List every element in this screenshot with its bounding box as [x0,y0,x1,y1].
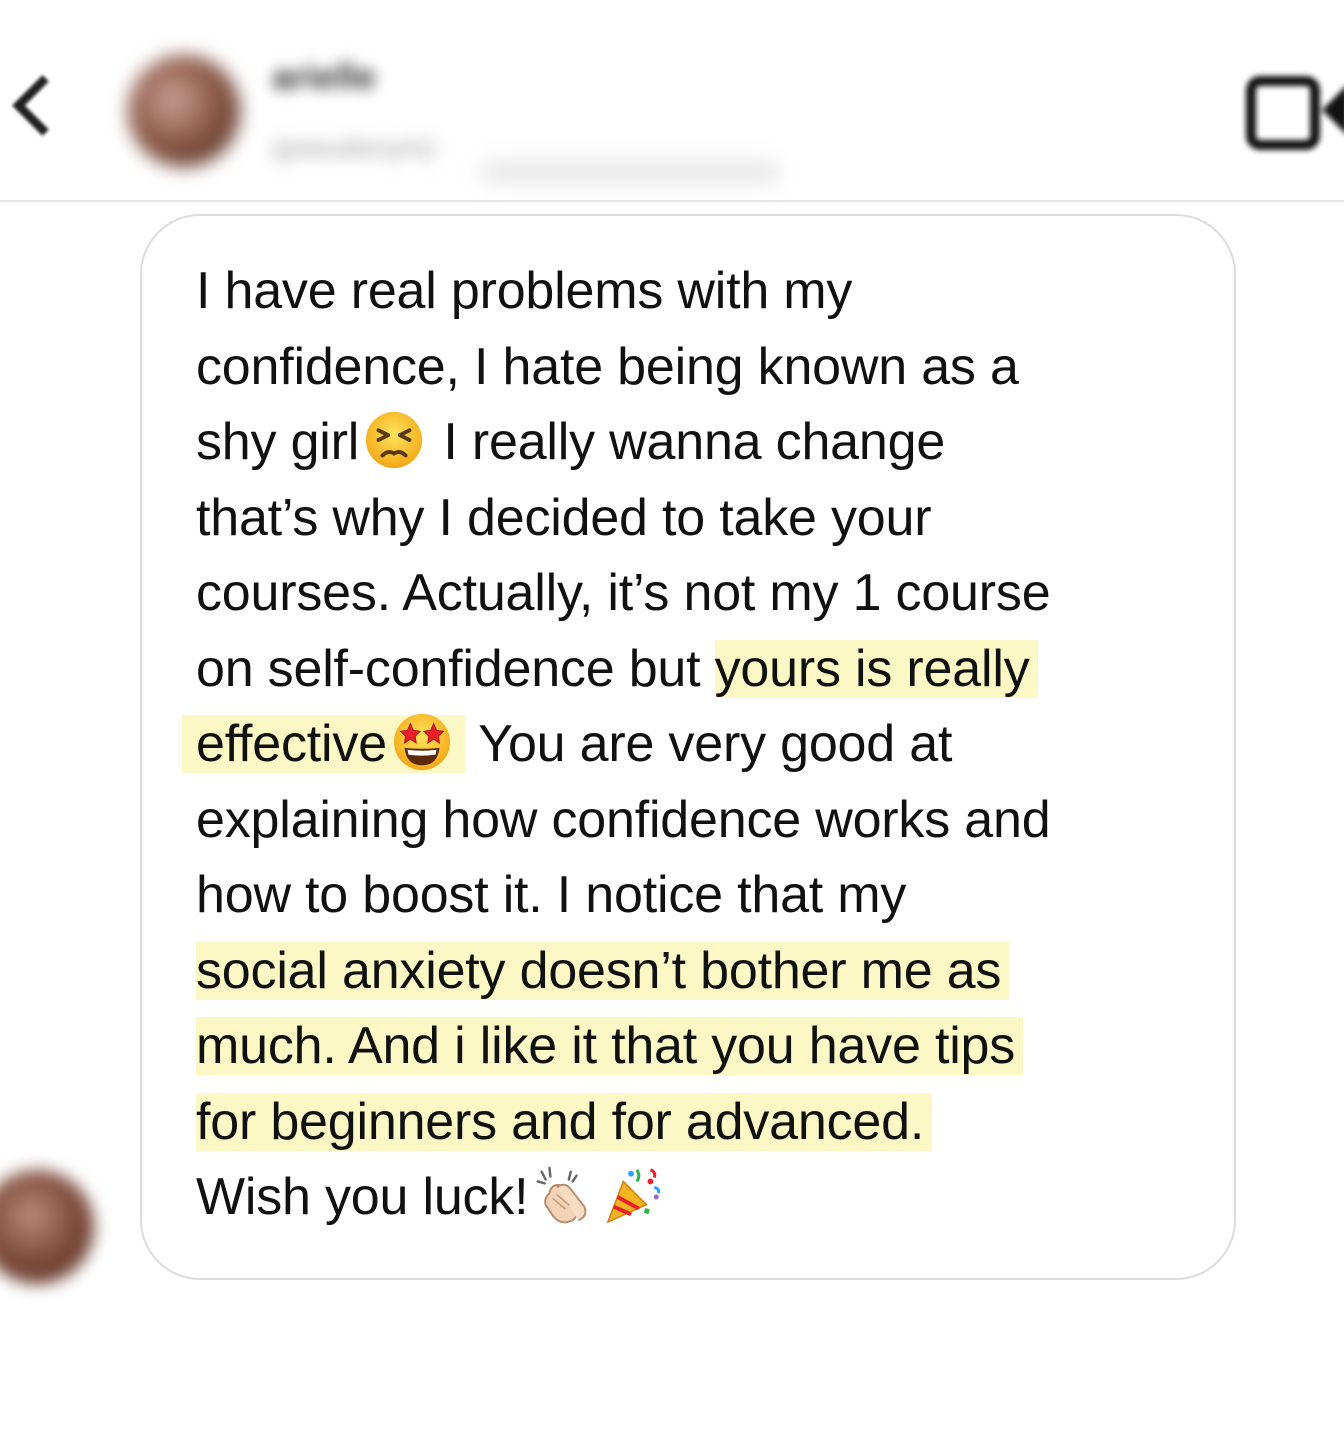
highlighted-text: yours is really [714,639,1038,698]
chevron-left-icon [11,74,73,136]
message-line: on self-confidence but yours is really [196,632,1196,708]
message-line-text: effective [196,715,387,773]
contact-status: (pseudonym) [272,132,436,163]
message-line: much. And i like it that you have tips [196,1009,1196,1085]
highlighted-text: much. And i like it that you have tips [196,1017,1024,1075]
sender-avatar[interactable] [0,1170,94,1284]
contact-name[interactable]: arielle [272,56,376,100]
message-line-text: explaining how confidence works and [196,790,1051,849]
message-line-text: Wish you luck! [196,1168,529,1226]
message-line: that’s why I decided to take your [196,481,1196,557]
star-struck-emoji-icon [391,711,453,773]
back-button[interactable] [0,60,73,150]
message-line: how to boost it. I notice that my [196,858,1196,934]
message-line-text: I really wanna change [429,413,946,471]
message-line: explaining how confidence works and [196,783,1196,859]
message-line: effective You are very good at [182,707,1196,783]
message-line-text: how to boost it. I notice that my [196,866,907,924]
highlighted-text: effective [182,713,465,773]
video-camera-icon [1246,76,1320,150]
highlighted-text: for beginners and for advanced. [196,1092,933,1151]
message-line-text: that’s why I decided to take your [196,488,932,547]
message-line: Wish you luck! [196,1160,1196,1236]
persevering-face-emoji-icon [363,409,425,471]
contact-avatar[interactable] [128,55,240,167]
message-line: shy girl I really wanna change [196,405,1196,481]
message-line-text: You are very good at [464,715,953,773]
clapping-hands-emoji-icon [532,1164,594,1226]
message-line-text: confidence, I hate being known as a [196,337,1019,396]
message-line: I have real problems with my [196,254,1196,330]
message-line-text: courses. Actually, it’s not my 1 course [196,564,1051,622]
contact-status-blur [480,160,780,184]
message-line: social anxiety doesn’t bother me as [196,934,1196,1010]
message-line: for beginners and for advanced. [196,1085,1196,1161]
message-line-text: on self-confidence but [196,639,715,698]
message-line: courses. Actually, it’s not my 1 course [196,556,1196,632]
video-call-button[interactable] [1240,70,1344,150]
message-text: I have real problems with my confidence,… [182,254,1196,1236]
video-camera-lens-icon [1322,84,1344,136]
message-line-text: I have real problems with my [196,262,853,320]
party-popper-emoji-icon [602,1164,664,1226]
message-line-text: shy girl [196,413,360,471]
chat-header: arielle (pseudonym) [0,0,1344,202]
highlighted-text: social anxiety doesn’t bother me as [196,941,1010,1000]
message-line: confidence, I hate being known as a [196,330,1196,406]
